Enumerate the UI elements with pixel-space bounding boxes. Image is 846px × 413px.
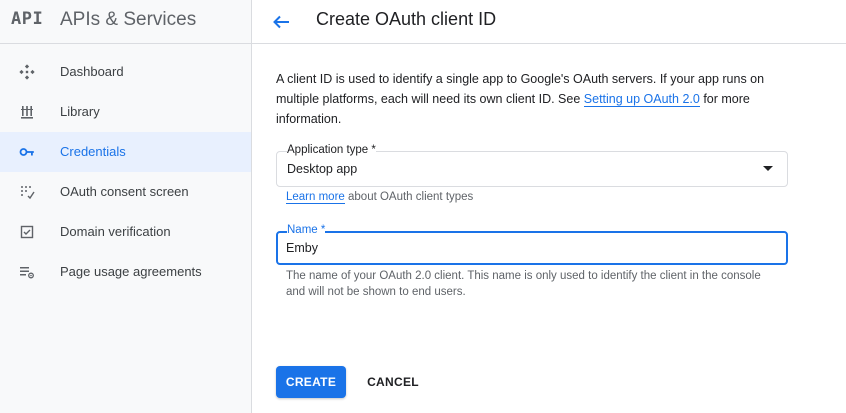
learn-more-link[interactable]: Learn more [286, 191, 345, 204]
brand-header: API APIs & Services [0, 0, 251, 44]
setup-oauth-link[interactable]: Setting up OAuth 2.0 [583, 92, 700, 107]
sidebar-nav: Dashboard Library Credentials OAuth cons… [0, 52, 251, 292]
dashboard-icon [19, 64, 35, 80]
cancel-button[interactable]: CANCEL [360, 366, 426, 398]
page-header: Create OAuth client ID [252, 0, 846, 44]
create-button[interactable]: CREATE [276, 366, 346, 398]
settings-list-icon [20, 267, 34, 279]
learn-more-text: about OAuth client types [344, 191, 474, 203]
sidebar-item-library[interactable]: Library [0, 92, 251, 132]
learn-more-line: Learn more about OAuth client types [286, 191, 474, 204]
page-title: Create OAuth client ID [316, 9, 497, 29]
sidebar-item-label: Page usage agreements [60, 264, 202, 279]
product-title[interactable]: APIs & Services [60, 9, 196, 31]
key-icon [19, 148, 34, 156]
name-field[interactable]: Name * [276, 224, 788, 265]
sidebar-item-label: Dashboard [60, 64, 124, 79]
api-logo[interactable]: API [11, 9, 43, 29]
sidebar-item-oauth-consent[interactable]: OAuth consent screen [0, 172, 251, 212]
checkbox-icon [20, 225, 34, 239]
sidebar: API APIs & Services Dashboard Library Cr… [0, 0, 252, 413]
sidebar-item-label: Domain verification [60, 224, 171, 239]
library-icon [21, 106, 33, 119]
arrow-back-icon[interactable] [268, 9, 294, 35]
sidebar-item-page-usage[interactable]: Page usage agreements [0, 252, 251, 292]
sidebar-item-domain-verification[interactable]: Domain verification [0, 212, 251, 252]
name-label: Name * [287, 224, 326, 236]
application-type-select[interactable]: Application type * Desktop app [276, 144, 788, 187]
sidebar-item-label: OAuth consent screen [60, 184, 189, 199]
consent-icon [21, 186, 35, 200]
intro-text: A client ID is used to identify a single… [276, 69, 786, 129]
sidebar-item-label: Library [60, 104, 100, 119]
sidebar-item-credentials[interactable]: Credentials [0, 132, 251, 172]
dropdown-arrow-icon [763, 166, 773, 171]
sidebar-item-dashboard[interactable]: Dashboard [0, 52, 251, 92]
application-type-value: Desktop app [287, 162, 358, 176]
sidebar-item-label: Credentials [60, 144, 126, 159]
application-type-label: Application type * [287, 144, 376, 156]
name-input[interactable] [286, 239, 776, 257]
name-hint: The name of your OAuth 2.0 client. This … [286, 270, 761, 298]
